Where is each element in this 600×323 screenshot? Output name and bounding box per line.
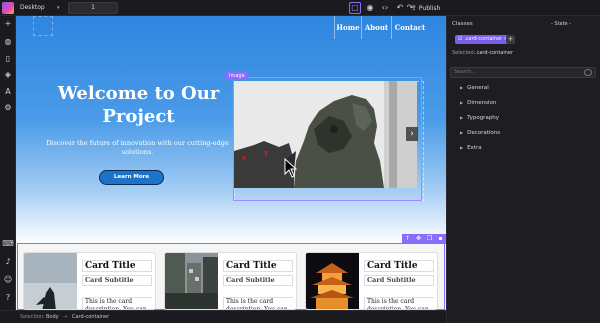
card-image	[306, 253, 359, 309]
caret-right-icon: ▶	[460, 130, 464, 135]
plus-icon[interactable]: +	[2, 18, 14, 30]
card[interactable]: Card Title Card Subtitle This is the car…	[164, 252, 297, 310]
sector-label: Extra	[467, 145, 482, 151]
hero-title: Welcome to Our Project	[57, 83, 220, 127]
add-class-button[interactable]: +	[506, 35, 515, 44]
logo-placeholder[interactable]	[33, 16, 53, 36]
breadcrumb-separator: →	[63, 314, 68, 320]
card[interactable]: Card Title Card Subtitle This is the car…	[23, 252, 156, 310]
sector-label: Dimension	[467, 100, 497, 106]
clear-search-icon[interactable]	[584, 69, 592, 76]
user-icon[interactable]: ☺	[2, 274, 14, 286]
layers-icon[interactable]: ◈	[2, 69, 14, 81]
width-input[interactable]: 1	[68, 2, 118, 14]
learn-more-button[interactable]: Learn More	[99, 170, 164, 185]
nav-link-about[interactable]: About	[361, 16, 391, 39]
caret-right-icon: ▶	[460, 100, 464, 105]
clone-icon[interactable]: ❐	[424, 234, 435, 244]
card-description: This is the card description. You can ad…	[364, 297, 434, 309]
card-image	[24, 253, 77, 309]
card[interactable]: Card Title Card Subtitle This is the car…	[305, 252, 438, 310]
card-subtitle: Card Subtitle	[364, 275, 434, 286]
arrow-up-icon[interactable]: ↑	[402, 234, 413, 244]
keyboard-icon[interactable]: ⌨	[2, 238, 14, 250]
app-logo	[2, 2, 14, 14]
eye-icon[interactable]: ◉	[364, 2, 376, 14]
sector-extra[interactable]: ▶ Extra	[460, 143, 482, 153]
style-search-input[interactable]: Search...	[450, 67, 596, 78]
help-icon[interactable]: ?	[2, 292, 14, 304]
publish-label: Publish	[418, 5, 441, 12]
caret-right-icon: ▶	[460, 145, 464, 150]
sector-label: Typography	[467, 115, 500, 121]
sector-general[interactable]: ▶ General	[460, 83, 489, 93]
sector-decorations[interactable]: ▶ Decorations	[460, 128, 500, 138]
caret-right-icon: ▶	[460, 85, 464, 90]
caret-right-icon: ▶	[460, 115, 464, 120]
nav-link-contact[interactable]: Contact	[391, 16, 428, 39]
code-icon[interactable]: ‹›	[379, 2, 391, 14]
publish-button[interactable]: ⇪ Publish	[411, 2, 440, 14]
breadcrumb-card-container[interactable]: Card-container	[72, 311, 109, 323]
image-selection-outline	[233, 77, 422, 201]
sector-typography[interactable]: ▶ Typography	[460, 113, 499, 123]
class-tag-card-container[interactable]: ☑ .card-container ×	[455, 35, 511, 44]
style-manager-panel	[446, 16, 600, 323]
page-icon[interactable]: ▯	[2, 53, 14, 65]
paint-palette-icon[interactable]: ◍	[2, 36, 14, 48]
breadcrumb-body[interactable]: Body	[46, 311, 59, 323]
sector-dimension[interactable]: ▶ Dimension	[460, 98, 496, 108]
hero-subtitle: Discover the future of innovation with o…	[46, 139, 229, 156]
image-badge: Image	[226, 72, 248, 80]
sector-label: Decorations	[467, 130, 501, 136]
card-title: Card Title	[364, 260, 434, 272]
card-subtitle: Card Subtitle	[82, 275, 152, 286]
right-panel-header	[446, 0, 600, 16]
sector-label: General	[467, 85, 489, 91]
editor-canvas[interactable]: Home About Contact Welcome to Our Projec…	[16, 16, 446, 310]
card-image	[165, 253, 218, 309]
chevron-down-icon: ▾	[57, 5, 60, 11]
delete-icon[interactable]: ▪	[435, 234, 446, 244]
publish-icon: ⇪	[411, 4, 417, 12]
state-select[interactable]: - State -	[551, 20, 595, 28]
selected-label: Selected:	[452, 50, 476, 56]
typography-icon[interactable]: A	[2, 86, 14, 98]
classes-label: Classes	[452, 21, 473, 27]
card-title: Card Title	[223, 260, 293, 272]
nav-link-home[interactable]: Home	[334, 16, 361, 39]
bell-icon[interactable]: ♪	[2, 256, 14, 268]
components-icon[interactable]: ⚙	[2, 102, 14, 114]
left-sidebar: + ◍ ▯ ◈ A ⚙ ⌨ ♪ ☺ ?	[0, 16, 16, 323]
selected-value: .card-container	[475, 50, 514, 56]
card-title: Card Title	[82, 260, 152, 272]
selection-toolbar: ↑ ✥ ❐ ▪	[402, 234, 446, 244]
card-description: This is the card description. You can ad…	[223, 297, 293, 309]
card-description: This is the card description. You can ad…	[82, 297, 152, 309]
selection-label: Selection:	[20, 314, 45, 320]
status-bar: Selection: Body → Card-container	[0, 310, 446, 323]
web-builder-app: Desktop ▾ 1 ▢ ◉ ‹› ↶ ↷ ⇪Publish ✎ ⚙ ← + …	[0, 0, 600, 323]
card-subtitle: Card Subtitle	[223, 275, 293, 286]
square-outline-icon[interactable]: ▢	[349, 2, 361, 14]
move-icon[interactable]: ✥	[413, 234, 424, 244]
